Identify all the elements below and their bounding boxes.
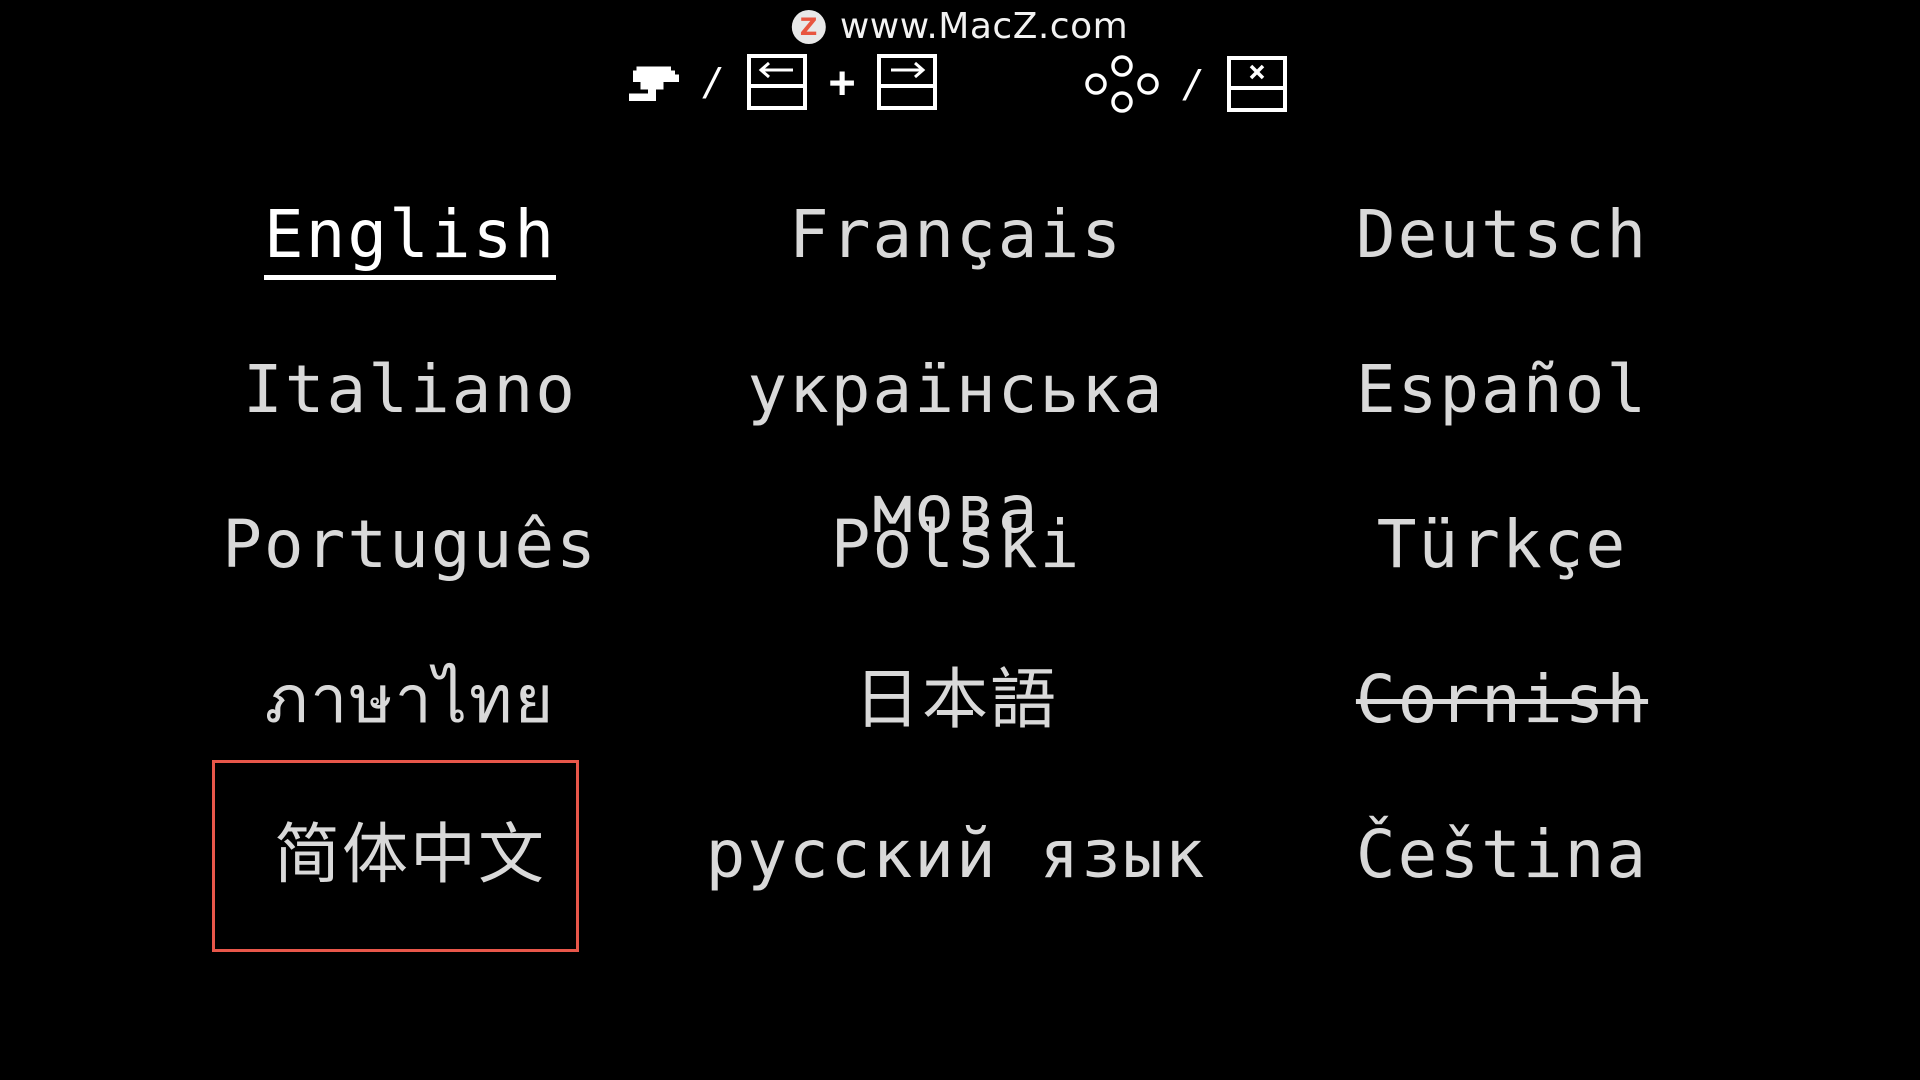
language-label: Čeština: [1355, 816, 1649, 893]
language-select-screen: Z www.MacZ.com / + / English Français De…: [0, 0, 1920, 1080]
language-label: 简体中文: [274, 816, 546, 893]
language-row: 简体中文 русский язык Čeština: [0, 795, 1920, 915]
language-row: Português Polski Türkçe: [0, 485, 1920, 605]
watermark-logo-icon: Z: [791, 9, 826, 44]
dpad-icon: [1084, 54, 1160, 114]
watermark-text: www.MacZ.com: [839, 6, 1129, 47]
language-option-japanese[interactable]: 日本語: [676, 640, 1236, 760]
language-option-english[interactable]: English: [130, 175, 690, 295]
language-label: English: [263, 196, 557, 280]
language-label: Français: [789, 196, 1123, 273]
language-label: Español: [1355, 351, 1649, 428]
language-label: Deutsch: [1355, 196, 1649, 273]
language-row: Italiano українська мова Español: [0, 330, 1920, 548]
left-key-icon: [746, 54, 807, 110]
language-option-ukrainian[interactable]: українська мова: [676, 330, 1236, 548]
watermark: Z www.MacZ.com: [791, 6, 1129, 47]
language-option-spanish[interactable]: Español: [1222, 330, 1782, 450]
language-label: Italiano: [243, 351, 577, 428]
language-option-polish[interactable]: Polski: [676, 485, 1236, 605]
watermark-logo-letter: Z: [799, 12, 818, 41]
language-label: 日本語: [854, 661, 1058, 738]
language-label: ภาษาไทย: [264, 661, 556, 738]
language-row: ภาษาไทย 日本語 Cornish: [0, 640, 1920, 760]
language-option-italian[interactable]: Italiano: [130, 330, 690, 450]
pointing-hand-icon: [624, 59, 680, 105]
right-key-icon: [877, 54, 938, 110]
language-option-czech[interactable]: Čeština: [1222, 795, 1782, 915]
x-key-icon: [1226, 56, 1287, 112]
language-label: Türkçe: [1376, 506, 1628, 583]
language-label: Cornish: [1355, 661, 1649, 738]
select-hint: /: [1084, 54, 1287, 114]
control-hints: / + /: [0, 54, 1920, 114]
hint-slash: /: [702, 60, 725, 104]
navigate-hint: / +: [624, 54, 938, 110]
language-label: Polski: [830, 506, 1082, 583]
language-option-thai[interactable]: ภาษาไทย: [130, 640, 690, 760]
language-option-russian[interactable]: русский язык: [676, 795, 1236, 915]
language-label: Português: [222, 506, 598, 583]
hint-slash: /: [1182, 62, 1205, 106]
hint-plus: +: [828, 56, 856, 108]
language-option-french[interactable]: Français: [676, 175, 1236, 295]
language-option-simplified-chinese[interactable]: 简体中文: [130, 795, 690, 915]
language-option-german[interactable]: Deutsch: [1222, 175, 1782, 295]
language-option-cornish[interactable]: Cornish: [1222, 640, 1782, 760]
language-option-turkish[interactable]: Türkçe: [1222, 485, 1782, 605]
language-row: English Français Deutsch: [0, 175, 1920, 295]
language-label: русский язык: [705, 816, 1207, 893]
language-option-portuguese[interactable]: Português: [130, 485, 690, 605]
